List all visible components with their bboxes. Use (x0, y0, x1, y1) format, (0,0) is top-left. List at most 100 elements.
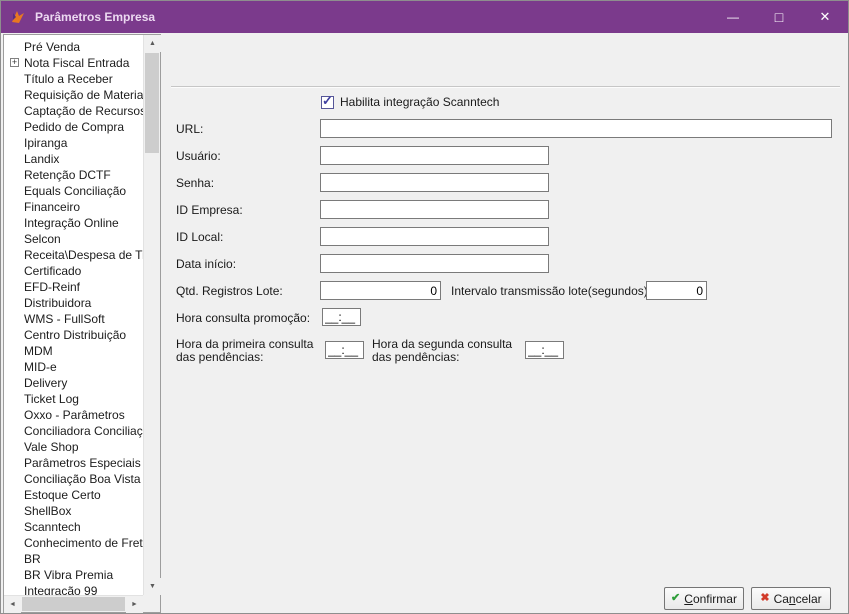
confirm-check-icon: ✔ (671, 592, 681, 604)
list-item[interactable]: Landix (4, 151, 143, 167)
list-item-label: Nota Fiscal Entrada (24, 56, 130, 70)
expand-icon[interactable]: + (10, 58, 19, 67)
list-item-label: Captação de Recursos (24, 104, 143, 118)
url-input[interactable] (320, 119, 832, 138)
list-item-label: Scanntech (24, 520, 81, 534)
scroll-up-button[interactable]: ▲ (144, 35, 161, 52)
list-item[interactable]: Certificado (4, 263, 143, 279)
list-item[interactable]: Ipiranga (4, 135, 143, 151)
list-item[interactable]: EFD-Reinf (4, 279, 143, 295)
list-item[interactable]: MID-e (4, 359, 143, 375)
list-item[interactable]: Oxxo - Parâmetros (4, 407, 143, 423)
list-item-label: Estoque Certo (24, 488, 101, 502)
list-item[interactable]: ShellBox (4, 503, 143, 519)
id-empresa-input[interactable] (320, 200, 549, 219)
vertical-scrollbar-thumb[interactable] (145, 53, 159, 153)
usuario-input[interactable] (320, 146, 549, 165)
scroll-right-button[interactable]: ► (126, 596, 143, 613)
sidebar-list: Pré Venda + Nota Fiscal Entrada Título a Re… (4, 35, 143, 595)
url-label: URL: (176, 122, 204, 136)
list-item[interactable]: + Nota Fiscal Entrada (4, 55, 143, 71)
hora-segunda-label-line2: das pendências: (372, 350, 460, 364)
list-item[interactable]: WMS - FullSoft (4, 311, 143, 327)
app-logo-icon (12, 11, 24, 23)
list-item-label: Pedido de Compra (24, 120, 125, 134)
list-item[interactable]: Pré Venda (4, 39, 143, 55)
list-item-label: Conciliação Boa Vista (24, 472, 141, 486)
list-item[interactable]: Conhecimento de Frete (4, 535, 143, 551)
scroll-left-button[interactable]: ◄ (4, 596, 21, 613)
checkbox-box[interactable]: ✓ (321, 94, 334, 109)
data-inicio-input[interactable] (320, 254, 549, 273)
list-item[interactable]: Título a Receber (4, 71, 143, 87)
list-item[interactable]: Delivery (4, 375, 143, 391)
list-item-label: MID-e (24, 360, 57, 374)
list-item-label: Retenção DCTF (24, 168, 111, 182)
hora-primeira-label-line1: Hora da primeira consulta (176, 337, 314, 351)
list-item-label: Centro Distribuição (24, 328, 127, 342)
list-item-label: Landix (24, 152, 60, 166)
senha-input[interactable] (320, 173, 549, 192)
hora-primeira-input[interactable] (325, 341, 364, 359)
list-item[interactable]: Conciliação Boa Vista (4, 471, 143, 487)
list-item[interactable]: Centro Distribuição (4, 327, 143, 343)
scrollbar-corner (143, 595, 160, 612)
list-item[interactable]: Ticket Log (4, 391, 143, 407)
id-local-input[interactable] (320, 227, 549, 246)
cancel-button[interactable]: ✖ Cancelar (751, 587, 831, 610)
list-item[interactable]: Scanntech (4, 519, 143, 535)
list-item[interactable]: Equals Conciliação (4, 183, 143, 199)
list-item[interactable]: Captação de Recursos (4, 103, 143, 119)
list-item-label: Integração 99 (24, 584, 98, 595)
list-item-label: Integração Online (24, 216, 119, 230)
parameter-tree-panel: Pré Venda + Nota Fiscal Entrada Título a Re… (3, 34, 161, 613)
maximize-button[interactable]: □ (756, 1, 802, 33)
list-item-label: Conciliadora Conciliação (24, 424, 143, 438)
parametros-empresa-window: Parâmetros Empresa — □ ✕ Pré Venda + Nota … (0, 0, 849, 614)
list-item-label: Pré Venda (24, 40, 81, 54)
cancel-x-icon: ✖ (760, 592, 770, 604)
list-item-label: Título a Receber (24, 72, 113, 86)
confirm-button[interactable]: ✔ Confirmar (664, 587, 744, 610)
list-item[interactable]: Retenção DCTF (4, 167, 143, 183)
hora-promocao-input[interactable] (322, 308, 361, 326)
list-item-label: Selcon (24, 232, 61, 246)
list-item[interactable]: Requisição de Materiais (4, 87, 143, 103)
list-item[interactable]: BR Vibra Premia (4, 567, 143, 583)
list-item-label: Parâmetros Especiais (24, 456, 141, 470)
list-item[interactable]: Conciliadora Conciliação (4, 423, 143, 439)
list-item-label: Delivery (24, 376, 68, 390)
list-item[interactable]: MDM (4, 343, 143, 359)
list-item[interactable]: Financeiro (4, 199, 143, 215)
list-item[interactable]: Integração 99 (4, 583, 143, 595)
list-item-label: Receita\Despesa de Titul (24, 248, 143, 262)
hora-segunda-input[interactable] (525, 341, 564, 359)
list-item[interactable]: Estoque Certo (4, 487, 143, 503)
list-item[interactable]: Pedido de Compra (4, 119, 143, 135)
list-item-label: Ticket Log (24, 392, 79, 406)
list-item[interactable]: Selcon (4, 231, 143, 247)
intervalo-input[interactable] (646, 281, 707, 300)
list-item-label: BR (24, 552, 41, 566)
section-divider (171, 86, 840, 88)
list-item-label: Vale Shop (24, 440, 79, 454)
vertical-scrollbar[interactable]: ▲ ▼ (143, 35, 161, 595)
qtd-registros-input[interactable] (320, 281, 441, 300)
list-item[interactable]: Integração Online (4, 215, 143, 231)
minimize-button[interactable]: — (710, 1, 756, 33)
list-item[interactable]: Distribuidora (4, 295, 143, 311)
scanntech-checkbox[interactable]: ✓ Habilita integração Scanntech (321, 94, 499, 109)
intervalo-label: Intervalo transmissão lote(segundos): (451, 284, 652, 298)
scroll-down-button[interactable]: ▼ (144, 578, 161, 595)
list-item[interactable]: BR (4, 551, 143, 567)
list-item-label: BR Vibra Premia (24, 568, 114, 582)
list-item[interactable]: Parâmetros Especiais (4, 455, 143, 471)
list-item-label: Conhecimento de Frete (24, 536, 143, 550)
list-item[interactable]: Vale Shop (4, 439, 143, 455)
list-item-label: Distribuidora (24, 296, 92, 310)
horizontal-scrollbar-thumb[interactable] (22, 597, 125, 611)
list-item[interactable]: Receita\Despesa de Titul (4, 247, 143, 263)
id-empresa-label: ID Empresa: (176, 203, 243, 217)
horizontal-scrollbar[interactable]: ◄ ► (4, 595, 143, 613)
close-button[interactable]: ✕ (802, 1, 848, 33)
